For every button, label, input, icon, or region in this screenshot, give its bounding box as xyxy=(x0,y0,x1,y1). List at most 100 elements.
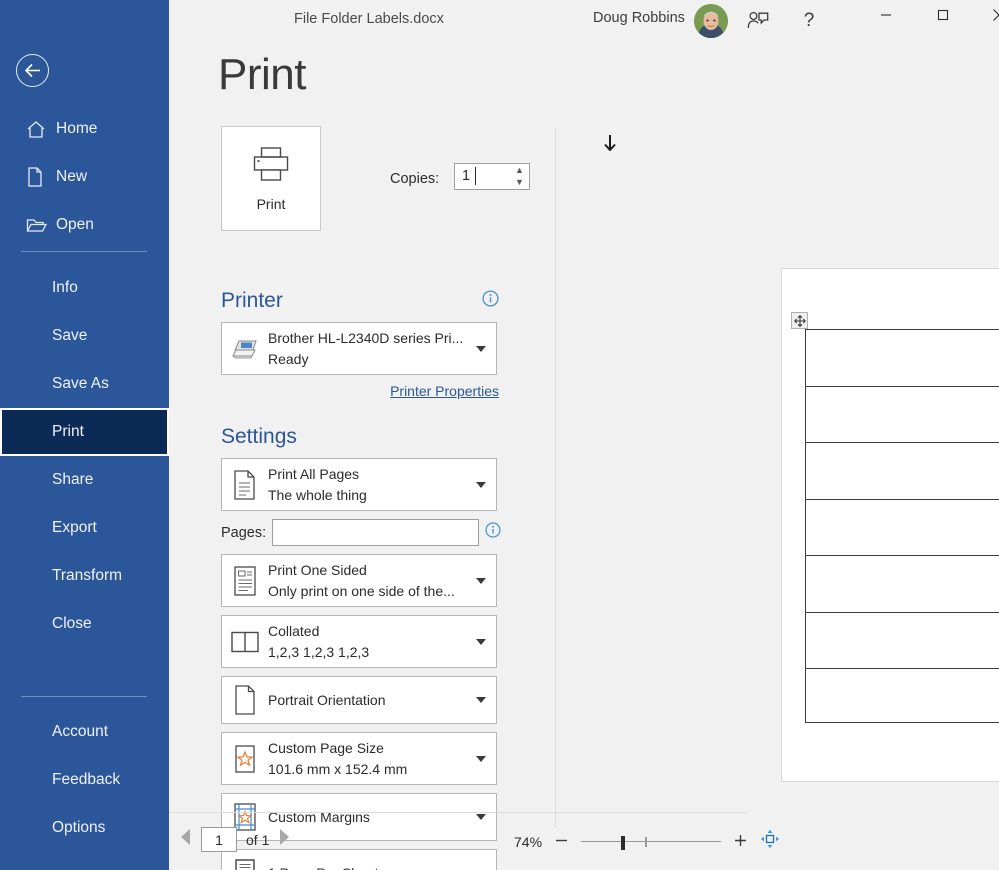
chevron-down-icon[interactable] xyxy=(476,577,486,584)
info-icon[interactable] xyxy=(485,522,501,543)
page-title: Print xyxy=(218,50,306,99)
previous-page-icon[interactable] xyxy=(179,828,192,851)
sidebar-item-label: Open xyxy=(56,216,94,233)
printer-dropdown[interactable]: Brother HL-L2340D series Pri... Ready xyxy=(221,322,497,375)
sidebar-item-save[interactable]: Save xyxy=(0,312,169,360)
pages-row: Pages: xyxy=(221,519,501,546)
orientation-dropdown[interactable]: Portrait Orientation xyxy=(221,676,497,724)
zoom-slider-tick xyxy=(645,836,647,847)
table-row[interactable] xyxy=(806,330,999,387)
chevron-down-icon[interactable] xyxy=(476,697,486,703)
current-page-input[interactable]: 1 xyxy=(201,827,237,852)
one-sided-icon xyxy=(222,565,268,597)
sidebar-item-label: Home xyxy=(56,120,98,137)
custom-page-size-icon xyxy=(222,743,268,775)
backstage-sidebar: Home New Open Info Save Save As Print Sh… xyxy=(0,0,169,870)
portrait-page-icon xyxy=(222,684,268,716)
zoom-in-plus-icon[interactable] xyxy=(734,834,747,850)
title-bar: File Folder Labels.docx Doug Robbins ? xyxy=(169,0,999,44)
spinner-down[interactable]: ▼ xyxy=(510,177,529,190)
sidebar-item-open[interactable]: Open xyxy=(0,201,169,249)
zoom-slider-track xyxy=(581,840,722,842)
copies-label: Copies: xyxy=(390,171,440,187)
table-row[interactable] xyxy=(806,387,999,443)
document-page-preview[interactable] xyxy=(781,268,999,782)
share-person-icon[interactable] xyxy=(743,6,773,36)
chevron-down-icon[interactable] xyxy=(476,345,486,352)
chevron-down-icon[interactable] xyxy=(476,755,486,762)
table-row[interactable] xyxy=(806,500,999,556)
sidebar-item-save-as[interactable]: Save As xyxy=(0,360,169,408)
sidebar-divider-bottom xyxy=(21,696,147,697)
sidebar-item-options[interactable]: Options xyxy=(0,804,169,852)
sidebar-item-label: Share xyxy=(52,471,94,488)
zoom-slider-thumb[interactable] xyxy=(621,835,626,850)
help-question-icon[interactable]: ? xyxy=(794,6,824,36)
collation-subtitle: 1,2,3 1,2,3 1,2,3 xyxy=(268,643,370,660)
sidebar-item-transform[interactable]: Transform xyxy=(0,552,169,600)
print-preview-pane[interactable] xyxy=(590,128,999,828)
copies-value: 1 xyxy=(462,168,471,184)
copies-stepper[interactable]: 1 ▲ ▼ xyxy=(454,163,530,190)
settings-section: Settings Print All Pages The whole thing xyxy=(221,425,501,870)
print-range-dropdown[interactable]: Print All Pages The whole thing xyxy=(221,458,497,511)
document-title: File Folder Labels.docx xyxy=(294,11,444,27)
close-x-icon[interactable] xyxy=(976,0,999,30)
page-size-dropdown[interactable]: Custom Page Size 101.6 mm x 152.4 mm xyxy=(221,732,497,785)
pages-label: Pages: xyxy=(221,524,267,541)
maximize-restore-icon[interactable] xyxy=(920,0,966,30)
printer-properties-link[interactable]: Printer Properties xyxy=(390,383,499,399)
avatar[interactable] xyxy=(694,4,728,38)
zoom-out-minus-icon[interactable] xyxy=(555,834,568,850)
printer-icon xyxy=(251,146,291,187)
sidebar-divider-top xyxy=(21,251,147,252)
spinner-up[interactable]: ▲ xyxy=(510,164,529,177)
sidebar-item-export[interactable]: Export xyxy=(0,504,169,552)
collation-dropdown[interactable]: Collated 1,2,3 1,2,3 1,2,3 xyxy=(221,615,497,668)
printer-device-icon xyxy=(222,336,268,362)
print-button[interactable]: Print xyxy=(221,126,321,231)
sidebar-item-print[interactable]: Print xyxy=(0,408,169,456)
sidebar-top-group: Home New Open xyxy=(0,105,169,249)
table-move-handle-icon[interactable] xyxy=(791,312,808,329)
user-name-label[interactable]: Doug Robbins xyxy=(593,10,685,26)
printer-name: Brother HL-L2340D series Pri... xyxy=(268,330,464,347)
printer-status: Ready xyxy=(268,350,309,367)
fit-to-page-icon[interactable] xyxy=(760,829,780,854)
minimize-icon[interactable] xyxy=(863,0,909,30)
sidebar-item-share[interactable]: Share xyxy=(0,456,169,504)
sidebar-item-label: Save xyxy=(52,327,88,344)
table-row[interactable] xyxy=(806,556,999,613)
sidebar-item-account[interactable]: Account xyxy=(0,708,169,756)
sidebar-item-info[interactable]: Info xyxy=(0,264,169,312)
print-sides-dropdown[interactable]: Print One Sided Only print on one side o… xyxy=(221,554,497,607)
print-sides-title: Print One Sided xyxy=(268,562,367,579)
sidebar-item-label: Account xyxy=(52,723,109,740)
open-folder-icon xyxy=(26,217,52,234)
zoom-percent-label[interactable]: 74% xyxy=(514,834,542,850)
table-row[interactable] xyxy=(806,443,999,500)
copies-spinner[interactable]: ▲ ▼ xyxy=(510,164,529,189)
chevron-down-icon[interactable] xyxy=(476,481,486,488)
sidebar-item-label: Print xyxy=(52,423,84,440)
info-icon[interactable] xyxy=(482,290,499,312)
sidebar-item-close[interactable]: Close xyxy=(0,600,169,648)
table-row[interactable] xyxy=(806,669,999,726)
sidebar-item-label: Info xyxy=(52,279,78,296)
collation-title: Collated xyxy=(268,623,320,640)
table-row[interactable] xyxy=(806,613,999,669)
back-arrow-circle-icon[interactable] xyxy=(16,54,49,87)
print-range-subtitle: The whole thing xyxy=(268,486,367,503)
settings-section-title: Settings xyxy=(221,425,297,448)
next-page-icon[interactable] xyxy=(278,828,291,851)
chevron-down-icon[interactable] xyxy=(476,638,486,645)
sidebar-item-new[interactable]: New xyxy=(0,153,169,201)
down-arrow-icon xyxy=(604,135,616,156)
zoom-slider[interactable] xyxy=(581,835,722,850)
sidebar-middle-group: Info Save Save As Print Share Export Tra… xyxy=(0,264,169,648)
pages-input[interactable] xyxy=(272,519,479,546)
label-table[interactable] xyxy=(805,329,999,723)
sidebar-item-feedback[interactable]: Feedback xyxy=(0,756,169,804)
page-navigation: 1 of 1 xyxy=(179,827,291,852)
sidebar-item-home[interactable]: Home xyxy=(0,105,169,153)
